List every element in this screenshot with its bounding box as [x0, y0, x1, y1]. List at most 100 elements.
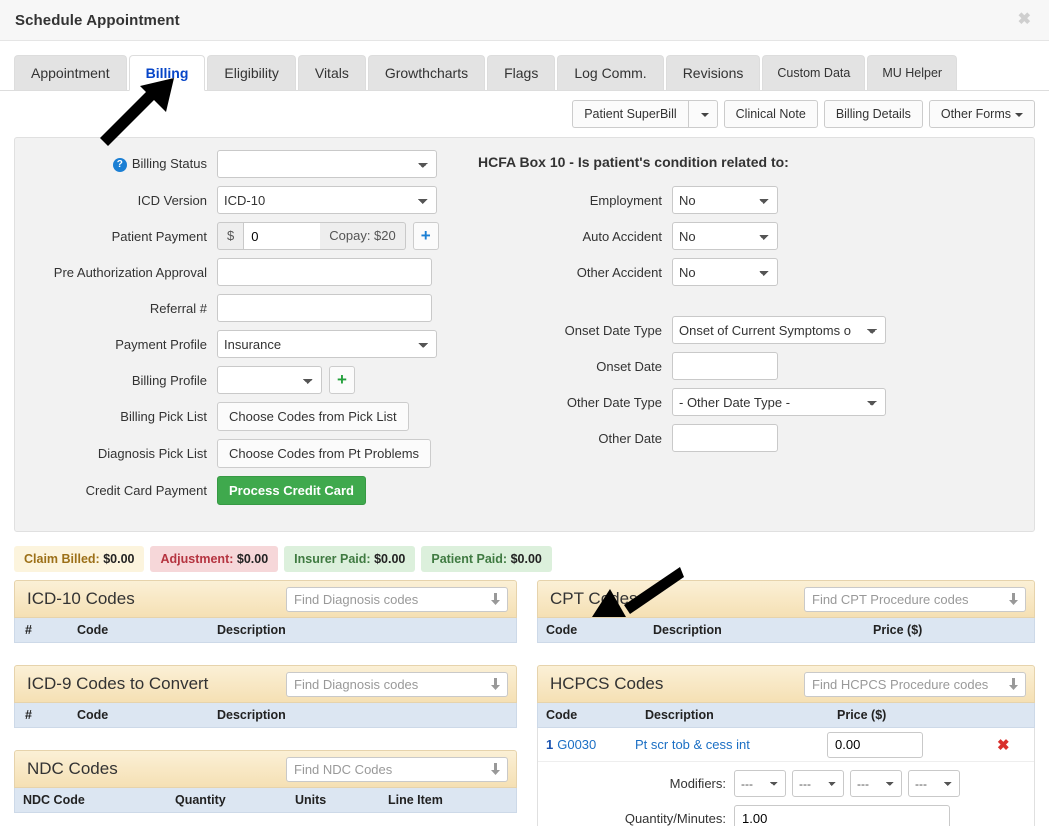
- tab-bar: Appointment Billing Eligibility Vitals G…: [0, 55, 1049, 91]
- hcpcs-price-input[interactable]: [827, 731, 923, 758]
- appointment-modal: Schedule Appointment ✖ Appointment Billi…: [0, 0, 1049, 826]
- other-date-input[interactable]: [672, 424, 778, 453]
- patient-payment-input[interactable]: [244, 222, 321, 251]
- icd10-panel-header: ICD-10 Codes: [14, 580, 517, 619]
- billing-form-panel: ? Billing Status ICD Version ICD-10 Patie…: [14, 137, 1035, 533]
- onset-date-label: Onset Date: [596, 358, 662, 374]
- other-date-type-select[interactable]: - Other Date Type -: [672, 388, 886, 417]
- hcfa-box10-title: HCFA Box 10 - Is patient's condition rel…: [478, 154, 789, 171]
- tab-flags[interactable]: Flags: [487, 55, 556, 90]
- hcpcs-search-box: [804, 671, 1026, 697]
- icd-version-select[interactable]: ICD-10: [217, 186, 437, 215]
- choose-codes-pt-problems-button[interactable]: Choose Codes from Pt Problems: [217, 439, 432, 469]
- hcpcs-row-code[interactable]: G0030: [557, 737, 596, 752]
- status-badge-patient-paid: Patient Paid: $0.00: [421, 546, 552, 573]
- hcpcs-row-description[interactable]: Pt scr tob & cess int: [635, 737, 827, 752]
- icd9-search-input[interactable]: [286, 671, 508, 697]
- superbill-dropdown-toggle[interactable]: [687, 100, 718, 129]
- hcpcs-column-headers: Code Description Price ($): [537, 703, 1035, 729]
- other-forms-button[interactable]: Other Forms: [928, 100, 1035, 129]
- diagnosis-pick-list-label: Diagnosis Pick List: [97, 446, 207, 462]
- add-payment-button[interactable]: +: [412, 222, 439, 251]
- tab-growthcharts[interactable]: Growthcharts: [367, 55, 486, 90]
- billing-status-select[interactable]: [217, 150, 437, 179]
- other-date-type-label: Other Date Type: [566, 394, 662, 410]
- onset-date-type-select[interactable]: Onset of Current Symptoms o: [672, 316, 886, 345]
- auto-accident-select[interactable]: No: [672, 222, 778, 251]
- employment-select[interactable]: No: [672, 186, 778, 215]
- tab-vitals[interactable]: Vitals: [297, 55, 366, 90]
- modifier-2-select[interactable]: ---: [792, 770, 844, 798]
- tab-eligibility[interactable]: Eligibility: [207, 55, 296, 90]
- close-icon[interactable]: ✖: [1014, 10, 1035, 30]
- status-badge-adjustment: Adjustment: $0.00: [150, 546, 279, 573]
- adjustment-amount: $0.00: [236, 552, 269, 567]
- modifier-4-select[interactable]: ---: [908, 770, 960, 798]
- hcpcs-row-code-cell: 1 G0030: [538, 737, 635, 752]
- add-billing-profile-button[interactable]: +: [329, 366, 355, 395]
- ndc-search-input[interactable]: [286, 756, 508, 782]
- patient-payment-label: Patient Payment: [111, 228, 207, 244]
- tab-revisions[interactable]: Revisions: [665, 55, 761, 90]
- hcpcs-detail-block: Modifiers: --- --- --- --- Quantity/Minu…: [538, 762, 1034, 826]
- patient-payment-group: $ Copay: $20 +: [217, 222, 439, 251]
- other-accident-select[interactable]: No: [672, 258, 778, 287]
- panel-hcpcs-codes: HCPCS Codes Code Description Price ($) 1…: [537, 665, 1035, 826]
- billing-profile-select[interactable]: [217, 366, 322, 395]
- cpt-search-input[interactable]: [804, 586, 1026, 612]
- modal-header: Schedule Appointment ✖: [0, 0, 1049, 41]
- modifier-3-select[interactable]: ---: [850, 770, 902, 798]
- hcpcs-modifiers-row: Modifiers: --- --- --- ---: [538, 766, 1034, 801]
- table-row: 1G0030 Pt scr tob & cess int ✖: [538, 728, 1034, 763]
- field-other-date-type: Other Date Type - Other Date Type -: [476, 388, 1024, 417]
- tab-billing[interactable]: Billing: [128, 55, 206, 91]
- help-circle-icon[interactable]: ?: [112, 158, 127, 173]
- icd10-search-input[interactable]: [286, 586, 508, 612]
- tab-appointment[interactable]: Appointment: [14, 55, 127, 90]
- modifier-1-select[interactable]: ---: [734, 770, 786, 798]
- panel-ndc-codes: NDC Codes NDC Code Quantity Units Line I…: [14, 750, 517, 814]
- chevron-down-icon: [1015, 112, 1023, 117]
- hcfa-spacer: [476, 294, 1024, 316]
- field-billing-pick-list: Billing Pick List Choose Codes from Pick…: [25, 402, 470, 432]
- field-patient-payment: Patient Payment $ Copay: $20 +: [25, 222, 470, 251]
- tab-log-comm[interactable]: Log Comm.: [557, 55, 664, 90]
- adjustment-label: Adjustment:: [160, 552, 234, 567]
- billing-totals-row: Claim Billed: $0.00 Adjustment: $0.00 In…: [14, 546, 1035, 573]
- icd9-title: ICD-9 Codes to Convert: [27, 674, 209, 694]
- onset-date-input[interactable]: [672, 352, 778, 381]
- patient-paid-label: Patient Paid:: [431, 552, 508, 567]
- referral-input[interactable]: [217, 294, 432, 323]
- delete-row-icon[interactable]: ✖: [997, 736, 1010, 754]
- choose-codes-pick-list-button[interactable]: Choose Codes from Pick List: [217, 402, 409, 432]
- icd9-col-code: Code: [77, 708, 109, 723]
- tab-custom-data[interactable]: Custom Data: [762, 55, 866, 90]
- claim-billed-amount: $0.00: [103, 552, 135, 567]
- billing-pick-list-label: Billing Pick List: [120, 409, 207, 425]
- icd-version-label: ICD Version: [137, 192, 207, 208]
- process-credit-card-button[interactable]: Process Credit Card: [217, 476, 366, 506]
- cpt-search-box: [804, 586, 1026, 612]
- billing-details-button[interactable]: Billing Details: [823, 100, 923, 129]
- icd10-col-description: Description: [217, 623, 286, 638]
- codes-left-column: ICD-10 Codes # Code Description ICD-9 Co…: [14, 580, 517, 826]
- insurer-paid-label: Insurer Paid:: [294, 552, 371, 567]
- quantity-minutes-input[interactable]: [734, 805, 950, 826]
- cpt-col-price: Price ($): [873, 623, 923, 638]
- payment-profile-select[interactable]: Insurance: [217, 330, 437, 359]
- icd10-title: ICD-10 Codes: [27, 589, 135, 609]
- pre-authorization-input[interactable]: [217, 258, 432, 287]
- icd10-search-box: [286, 586, 508, 612]
- patient-superbill-button[interactable]: Patient SuperBill: [572, 100, 688, 129]
- panel-icd10-codes: ICD-10 Codes # Code Description: [14, 580, 517, 644]
- hcpcs-quantity-row: Quantity/Minutes:: [538, 801, 1034, 826]
- credit-card-payment-label: Credit Card Payment: [85, 483, 207, 499]
- field-credit-card-payment: Credit Card Payment Process Credit Card: [25, 476, 470, 506]
- ndc-col-code: NDC Code: [23, 793, 85, 808]
- tab-mu-helper[interactable]: MU Helper: [867, 55, 958, 90]
- clinical-note-button[interactable]: Clinical Note: [723, 100, 818, 129]
- field-other-accident: Other Accident No: [476, 258, 1024, 287]
- icd9-column-headers: # Code Description: [14, 703, 517, 729]
- codes-area: ICD-10 Codes # Code Description ICD-9 Co…: [0, 580, 1049, 826]
- hcpcs-search-input[interactable]: [804, 671, 1026, 697]
